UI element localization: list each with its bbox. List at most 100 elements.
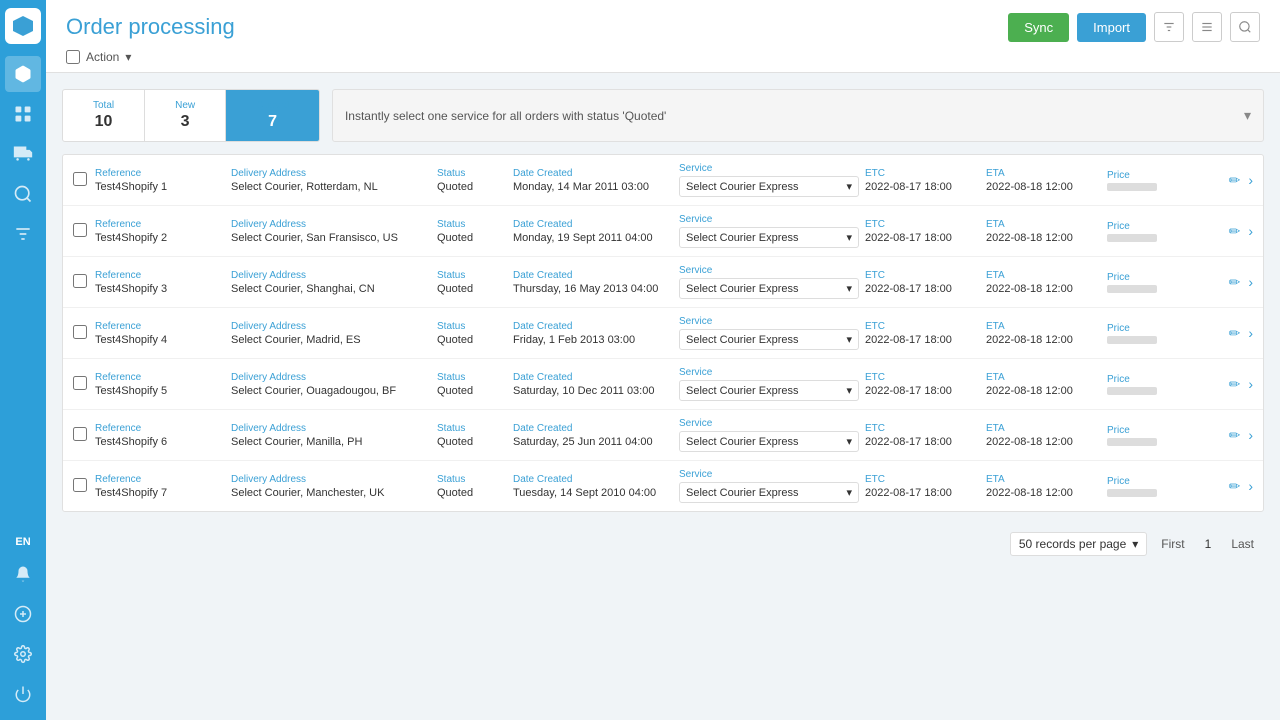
pagination: 50 records per page ▾ First 1 Last <box>62 524 1264 564</box>
edit-button-1[interactable]: ✏ <box>1229 223 1241 240</box>
service-select-6[interactable]: Select Courier Express ▾ <box>679 482 859 503</box>
select-all-checkbox[interactable] <box>66 50 80 64</box>
order-date-2: Date Created Thursday, 16 May 2013 04:00 <box>513 270 673 295</box>
navigate-button-4[interactable]: › <box>1248 376 1253 392</box>
order-date-0: Date Created Monday, 14 Mar 2011 03:00 <box>513 168 673 193</box>
navigate-button-0[interactable]: › <box>1248 172 1253 188</box>
tab-total[interactable]: Total 10 <box>63 90 145 141</box>
tab-quoted-label: Quoted <box>256 100 289 111</box>
table-row: Reference Test4Shopify 7 Delivery Addres… <box>63 461 1263 511</box>
sidebar-item-download[interactable] <box>5 596 41 632</box>
row-checkbox-5[interactable] <box>73 427 89 444</box>
sidebar-item-dashboard[interactable] <box>5 96 41 132</box>
row-checkbox-0[interactable] <box>73 172 89 189</box>
edit-button-0[interactable]: ✏ <box>1229 172 1241 189</box>
order-delivery-4: Delivery Address Select Courier, Ouagado… <box>231 372 431 397</box>
row-checkbox-6[interactable] <box>73 478 89 495</box>
sidebar-item-search[interactable] <box>5 176 41 212</box>
order-service-0: Service Select Courier Express ▾ <box>679 163 859 197</box>
service-select-4[interactable]: Select Courier Express ▾ <box>679 380 859 401</box>
order-etc-2: ETC 2022-08-17 18:00 <box>865 270 980 295</box>
order-status-6: Status Quoted <box>437 474 507 499</box>
row-checkbox-1[interactable] <box>73 223 89 240</box>
navigate-button-5[interactable]: › <box>1248 427 1253 443</box>
order-eta-5: ETA 2022-08-18 12:00 <box>986 423 1101 448</box>
records-per-page-label: 50 records per page <box>1019 537 1126 551</box>
order-date-3: Date Created Friday, 1 Feb 2013 03:00 <box>513 321 673 346</box>
tab-quoted[interactable]: Quoted 7 <box>226 90 319 141</box>
order-etc-0: ETC 2022-08-17 18:00 <box>865 168 980 193</box>
price-bar-0 <box>1107 183 1157 191</box>
tabs-and-banner: Total 10 New 3 Quoted 7 Instantly select… <box>62 89 1264 142</box>
order-price-5: Price <box>1107 425 1187 446</box>
sidebar-bottom: EN <box>5 532 41 712</box>
price-bar-5 <box>1107 438 1157 446</box>
edit-button-3[interactable]: ✏ <box>1229 325 1241 342</box>
tab-new-count: 3 <box>175 113 195 131</box>
service-select-0[interactable]: Select Courier Express ▾ <box>679 176 859 197</box>
order-status-4: Status Quoted <box>437 372 507 397</box>
pagination-page-number: 1 <box>1199 533 1218 555</box>
navigate-button-3[interactable]: › <box>1248 325 1253 341</box>
language-selector[interactable]: EN <box>11 532 34 552</box>
order-status-0: Status Quoted <box>437 168 507 193</box>
sidebar-item-box[interactable] <box>5 56 41 92</box>
order-date-4: Date Created Saturday, 10 Dec 2011 03:00 <box>513 372 673 397</box>
navigate-button-6[interactable]: › <box>1248 478 1253 494</box>
table-row: Reference Test4Shopify 2 Delivery Addres… <box>63 206 1263 257</box>
order-actions-2: ✏ › <box>1193 274 1253 291</box>
edit-button-6[interactable]: ✏ <box>1229 478 1241 495</box>
order-price-3: Price <box>1107 323 1187 344</box>
logo[interactable] <box>5 8 41 44</box>
price-bar-2 <box>1107 285 1157 293</box>
page-title: Order processing <box>66 14 235 40</box>
order-actions-1: ✏ › <box>1193 223 1253 240</box>
filter-button-2[interactable] <box>1192 12 1222 42</box>
pagination-last[interactable]: Last <box>1225 533 1260 555</box>
edit-button-2[interactable]: ✏ <box>1229 274 1241 291</box>
sync-button[interactable]: Sync <box>1008 13 1069 42</box>
row-checkbox-2[interactable] <box>73 274 89 291</box>
edit-button-5[interactable]: ✏ <box>1229 427 1241 444</box>
sidebar-item-bell[interactable] <box>5 556 41 592</box>
page-header: Order processing Sync Import <box>46 0 1280 73</box>
price-bar-1 <box>1107 234 1157 242</box>
order-price-2: Price <box>1107 272 1187 293</box>
tab-new-label: New <box>175 100 195 111</box>
order-delivery-2: Delivery Address Select Courier, Shangha… <box>231 270 431 295</box>
order-service-6: Service Select Courier Express ▾ <box>679 469 859 503</box>
records-dropdown-icon: ▾ <box>1132 537 1138 551</box>
order-actions-0: ✏ › <box>1193 172 1253 189</box>
order-actions-5: ✏ › <box>1193 427 1253 444</box>
navigate-button-1[interactable]: › <box>1248 223 1253 239</box>
service-select-1[interactable]: Select Courier Express ▾ <box>679 227 859 248</box>
order-price-0: Price <box>1107 170 1187 191</box>
table-row: Reference Test4Shopify 4 Delivery Addres… <box>63 308 1263 359</box>
row-checkbox-4[interactable] <box>73 376 89 393</box>
sidebar: EN <box>0 0 46 720</box>
order-delivery-6: Delivery Address Select Courier, Manches… <box>231 474 431 499</box>
quoted-banner-arrow-icon[interactable]: ▾ <box>1244 107 1251 124</box>
sidebar-item-power[interactable] <box>5 676 41 712</box>
tab-new[interactable]: New 3 <box>145 90 226 141</box>
navigate-button-2[interactable]: › <box>1248 274 1253 290</box>
sidebar-item-filter[interactable] <box>5 216 41 252</box>
pagination-first[interactable]: First <box>1155 533 1190 555</box>
records-per-page-select[interactable]: 50 records per page ▾ <box>1010 532 1147 556</box>
search-button[interactable] <box>1230 12 1260 42</box>
service-select-5[interactable]: Select Courier Express ▾ <box>679 431 859 452</box>
order-status-2: Status Quoted <box>437 270 507 295</box>
action-label: Action <box>86 50 119 64</box>
tab-quoted-count: 7 <box>256 113 289 131</box>
sidebar-item-truck[interactable] <box>5 136 41 172</box>
sidebar-item-gear[interactable] <box>5 636 41 672</box>
order-status-1: Status Quoted <box>437 219 507 244</box>
service-select-3[interactable]: Select Courier Express ▾ <box>679 329 859 350</box>
edit-button-4[interactable]: ✏ <box>1229 376 1241 393</box>
row-checkbox-3[interactable] <box>73 325 89 342</box>
filter-button-1[interactable] <box>1154 12 1184 42</box>
import-button[interactable]: Import <box>1077 13 1146 42</box>
action-bar: Action ▾ <box>66 50 1260 72</box>
action-dropdown-arrow[interactable]: ▾ <box>125 50 131 64</box>
service-select-2[interactable]: Select Courier Express ▾ <box>679 278 859 299</box>
